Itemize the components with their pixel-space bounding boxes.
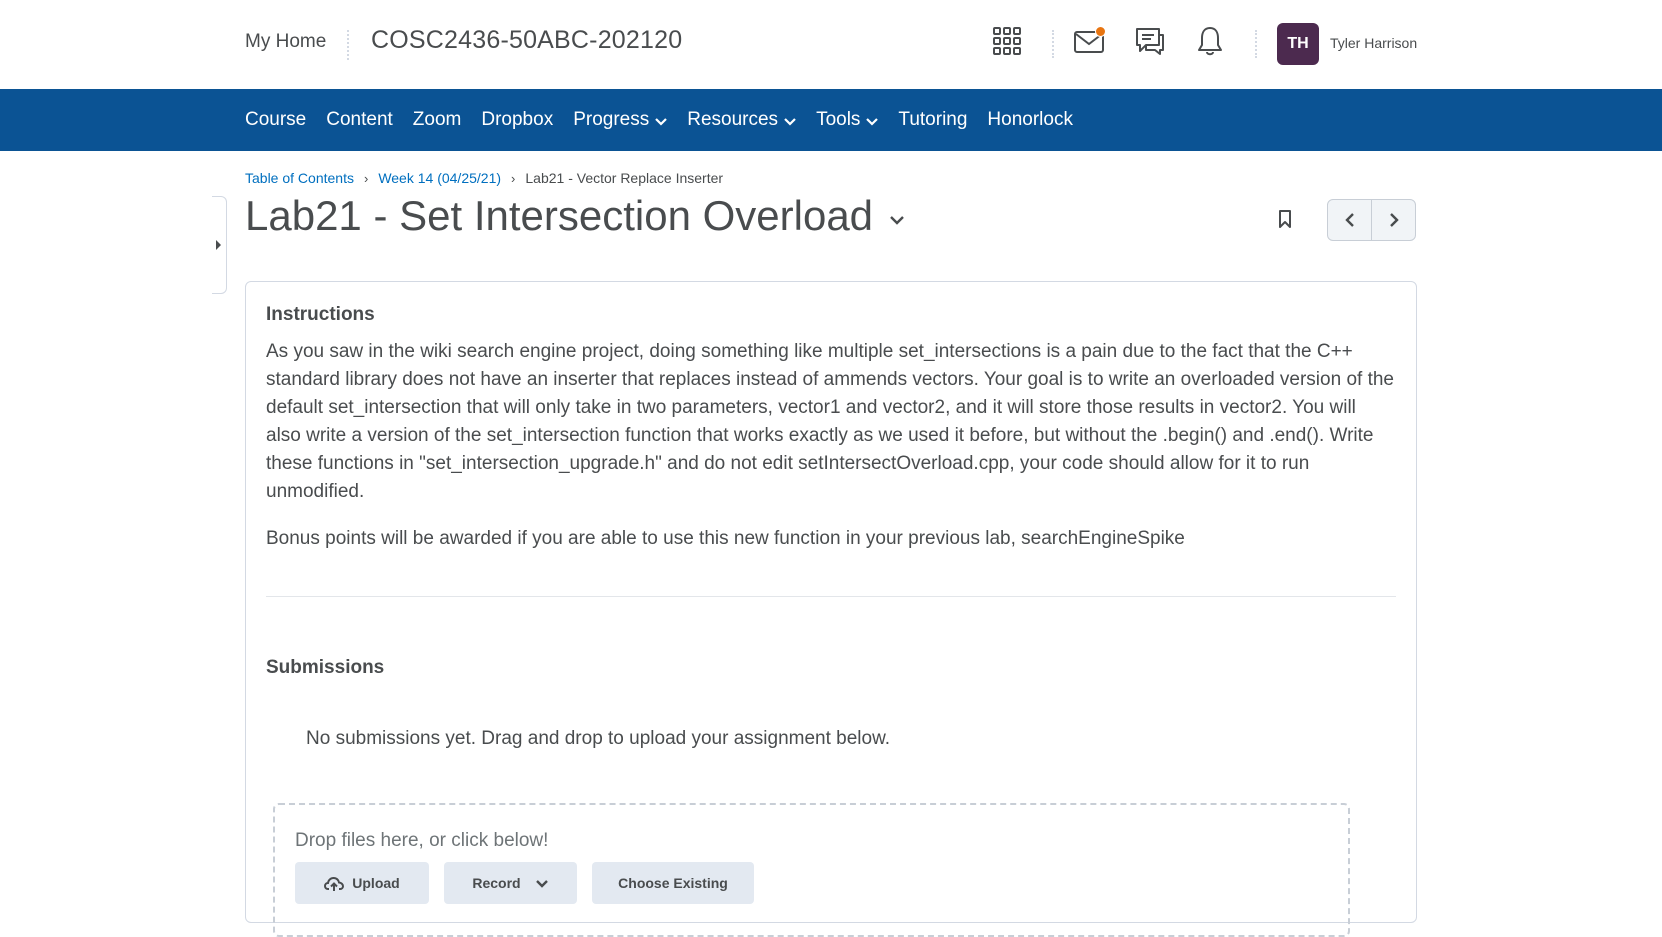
upload-button[interactable]: Upload <box>295 862 429 904</box>
nav-item-label: Honorlock <box>987 109 1073 130</box>
breadcrumb-separator-icon: › <box>511 170 516 186</box>
nav-item-label: Content <box>326 109 393 130</box>
nav-item-course[interactable]: Course <box>245 109 306 131</box>
record-button-label: Record <box>472 875 521 891</box>
dropzone-buttons: Upload Record Choose Existing <box>295 862 769 904</box>
choose-existing-label: Choose Existing <box>618 875 728 891</box>
breadcrumb-link-week[interactable]: Week 14 (04/25/21) <box>378 170 501 186</box>
breadcrumb-current: Lab21 - Vector Replace Inserter <box>525 170 724 186</box>
page-title-row: Lab21 - Set Intersection Overload <box>245 192 905 240</box>
breadcrumb: Table of Contents › Week 14 (04/25/21) ›… <box>245 170 723 186</box>
chevron-down-icon <box>655 117 668 126</box>
no-submissions-text: No submissions yet. Drag and drop to upl… <box>306 728 891 749</box>
chevron-down-icon[interactable] <box>889 215 905 225</box>
course-title[interactable]: COSC2436-50ABC-202120 <box>371 26 682 55</box>
notification-dot <box>1095 26 1106 37</box>
nav-item-label: Progress <box>573 109 650 130</box>
breadcrumb-separator-icon: › <box>363 170 369 186</box>
topic-pager <box>1327 199 1416 241</box>
submissions-heading: Submissions <box>266 657 385 678</box>
nav-item-label: Zoom <box>412 109 462 130</box>
choose-existing-button[interactable]: Choose Existing <box>592 862 754 904</box>
chat-icon <box>1136 28 1164 55</box>
nav-item-label: Tools <box>816 109 861 130</box>
page-title: Lab21 - Set Intersection Overload <box>245 192 874 239</box>
minibar-divider <box>347 30 349 60</box>
nav-item-zoom[interactable]: Zoom <box>413 109 462 131</box>
user-name[interactable]: Tyler Harrison <box>1330 35 1417 51</box>
nav-item-tools[interactable]: Tools <box>816 109 879 131</box>
message-alerts-button[interactable] <box>1073 24 1107 58</box>
nav-item-resources[interactable]: Resources <box>687 109 796 131</box>
chevron-right-icon <box>1389 213 1399 227</box>
minibar: My Home COSC2436-50ABC-202120 TH Tyler H… <box>0 0 1662 88</box>
course-selector-button[interactable] <box>990 24 1024 58</box>
record-button[interactable]: Record <box>444 862 577 904</box>
bookmark-icon[interactable] <box>1278 209 1292 229</box>
subscription-alerts-button[interactable] <box>1133 24 1167 58</box>
chevron-down-icon <box>866 117 879 126</box>
instructions-paragraph: As you saw in the wiki search engine pro… <box>266 341 1394 502</box>
nav-item-label: Tutoring <box>898 109 968 130</box>
chevron-down-icon <box>535 879 548 888</box>
avatar[interactable]: TH <box>1277 23 1319 65</box>
cloud-upload-icon <box>324 876 345 891</box>
nav-item-label: Dropbox <box>481 109 554 130</box>
minibar-divider <box>1255 30 1257 58</box>
divider <box>266 596 1396 597</box>
instructions-heading: Instructions <box>266 304 375 325</box>
file-dropzone[interactable]: Drop files here, or click below! Upload … <box>273 803 1350 937</box>
nav-item-label: Course <box>245 109 307 130</box>
previous-topic-button[interactable] <box>1328 200 1371 240</box>
nav-items: Course Content Zoom Dropbox Progress Res… <box>245 89 1093 151</box>
chevron-left-icon <box>1344 213 1354 227</box>
nav-item-content[interactable]: Content <box>326 109 393 131</box>
instructions-body: As you saw in the wiki search engine pro… <box>266 338 1394 572</box>
next-topic-button[interactable] <box>1371 200 1415 240</box>
dropzone-text: Drop files here, or click below! <box>295 830 549 851</box>
toc-panel-toggle[interactable] <box>212 196 227 294</box>
breadcrumb-link-table-of-contents[interactable]: Table of Contents <box>245 170 354 186</box>
upload-button-label: Upload <box>352 875 400 891</box>
chevron-down-icon <box>784 117 796 126</box>
my-home-link[interactable]: My Home <box>245 31 326 53</box>
bell-icon <box>1198 27 1222 56</box>
nav-item-progress[interactable]: Progress <box>573 109 668 131</box>
nav-item-label: Resources <box>687 109 779 130</box>
instructions-paragraph: Bonus points will be awarded if you are … <box>266 528 1185 549</box>
assignment-card: Instructions As you saw in the wiki sear… <box>245 281 1417 937</box>
caret-right-icon <box>216 240 221 250</box>
course-navbar: Course Content Zoom Dropbox Progress Res… <box>0 89 1662 151</box>
minibar-divider <box>1052 30 1054 58</box>
update-alerts-button[interactable] <box>1193 24 1227 58</box>
waffle-icon <box>993 27 1021 55</box>
nav-item-tutoring[interactable]: Tutoring <box>898 109 967 131</box>
nav-item-dropbox[interactable]: Dropbox <box>481 109 553 131</box>
nav-item-honorlock[interactable]: Honorlock <box>987 109 1073 131</box>
